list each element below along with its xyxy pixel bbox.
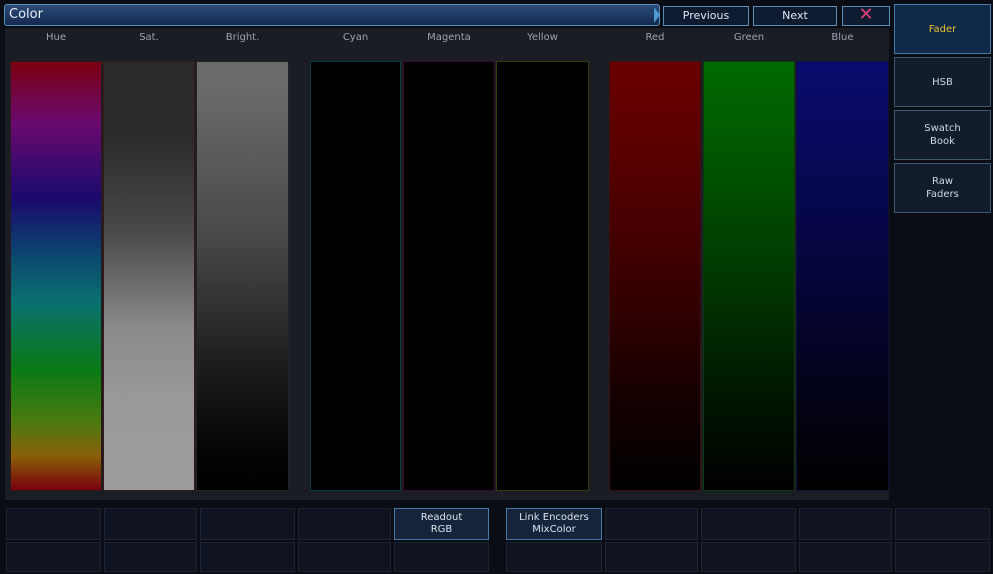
softkey-empty[interactable] bbox=[6, 542, 101, 572]
softkey-empty[interactable] bbox=[506, 542, 602, 572]
readout-rgb-button[interactable]: Readout RGB bbox=[394, 508, 489, 540]
saturation-fader[interactable] bbox=[103, 61, 195, 491]
fader-label-green: Green bbox=[733, 32, 765, 43]
fader-label-magenta: Magenta bbox=[427, 32, 471, 43]
softkey-empty[interactable] bbox=[605, 508, 698, 540]
link-encoders-mixcolor-button[interactable]: Link Encoders MixColor bbox=[506, 508, 602, 540]
blue-fader[interactable] bbox=[796, 61, 889, 491]
fader-label-bright: Bright. bbox=[225, 32, 260, 43]
red-fader[interactable] bbox=[609, 61, 701, 491]
fader-label-hue: Hue bbox=[45, 32, 66, 43]
softkey-empty[interactable] bbox=[895, 542, 990, 572]
softkey-empty[interactable] bbox=[298, 542, 391, 572]
softkey-empty[interactable] bbox=[701, 542, 796, 572]
close-icon[interactable]: ✕ bbox=[842, 6, 890, 26]
brightness-fader[interactable] bbox=[196, 61, 289, 491]
tab-hsb[interactable]: HSB bbox=[894, 57, 991, 107]
yellow-fader[interactable] bbox=[496, 61, 589, 491]
hue-fader[interactable] bbox=[10, 61, 102, 491]
magenta-fader[interactable] bbox=[403, 61, 495, 491]
softkey-empty[interactable] bbox=[200, 542, 295, 572]
softkey-empty[interactable] bbox=[200, 508, 295, 540]
softkey-empty[interactable] bbox=[394, 542, 489, 572]
previous-button[interactable]: Previous bbox=[663, 6, 749, 26]
fader-label-blue: Blue bbox=[831, 32, 854, 43]
fader-label-cyan: Cyan bbox=[342, 32, 369, 43]
softkey-empty[interactable] bbox=[799, 508, 892, 540]
next-button[interactable]: Next bbox=[753, 6, 837, 26]
softkey-empty[interactable] bbox=[605, 542, 698, 572]
window-title-bar[interactable]: Color bbox=[4, 4, 660, 26]
window-title: Color bbox=[9, 7, 43, 22]
fader-label-yellow: Yellow bbox=[527, 32, 558, 43]
tab-raw-faders[interactable]: Raw Faders bbox=[894, 163, 991, 213]
color-fader-panel: Hue Sat. Bright. Cyan Magenta Yellow Red… bbox=[5, 28, 889, 500]
softkey-empty[interactable] bbox=[895, 508, 990, 540]
softkey-empty[interactable] bbox=[298, 508, 391, 540]
tab-fader[interactable]: Fader bbox=[894, 4, 991, 54]
softkey-empty[interactable] bbox=[701, 508, 796, 540]
cyan-fader[interactable] bbox=[310, 61, 401, 491]
fader-label-sat: Sat. bbox=[139, 32, 159, 43]
green-fader[interactable] bbox=[703, 61, 795, 491]
softkey-empty[interactable] bbox=[799, 542, 892, 572]
tab-swatch-book[interactable]: Swatch Book bbox=[894, 110, 991, 160]
softkey-empty[interactable] bbox=[6, 508, 101, 540]
fader-label-red: Red bbox=[645, 32, 665, 43]
softkey-empty[interactable] bbox=[104, 508, 197, 540]
softkey-empty[interactable] bbox=[104, 542, 197, 572]
